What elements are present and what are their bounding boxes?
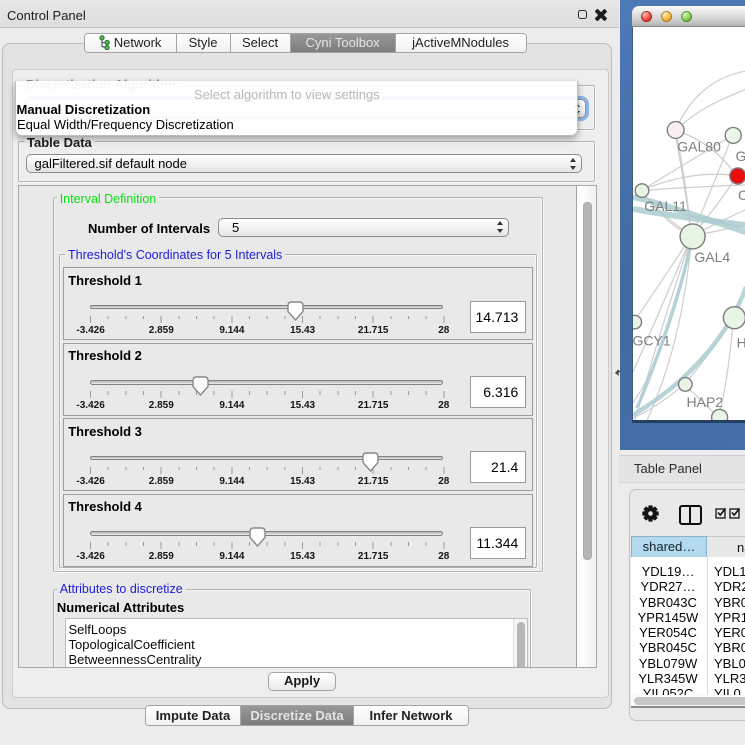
svg-text:GCY1: GCY1: [633, 333, 671, 349]
svg-text:GAL80: GAL80: [677, 139, 721, 155]
svg-text:H: H: [737, 335, 745, 351]
svg-text:GA: GA: [736, 148, 745, 164]
svg-text:GAL11: GAL11: [644, 198, 687, 214]
svg-text:HAP2: HAP2: [687, 394, 724, 410]
svg-text:GAL4: GAL4: [694, 249, 730, 265]
svg-text:C: C: [738, 187, 745, 203]
